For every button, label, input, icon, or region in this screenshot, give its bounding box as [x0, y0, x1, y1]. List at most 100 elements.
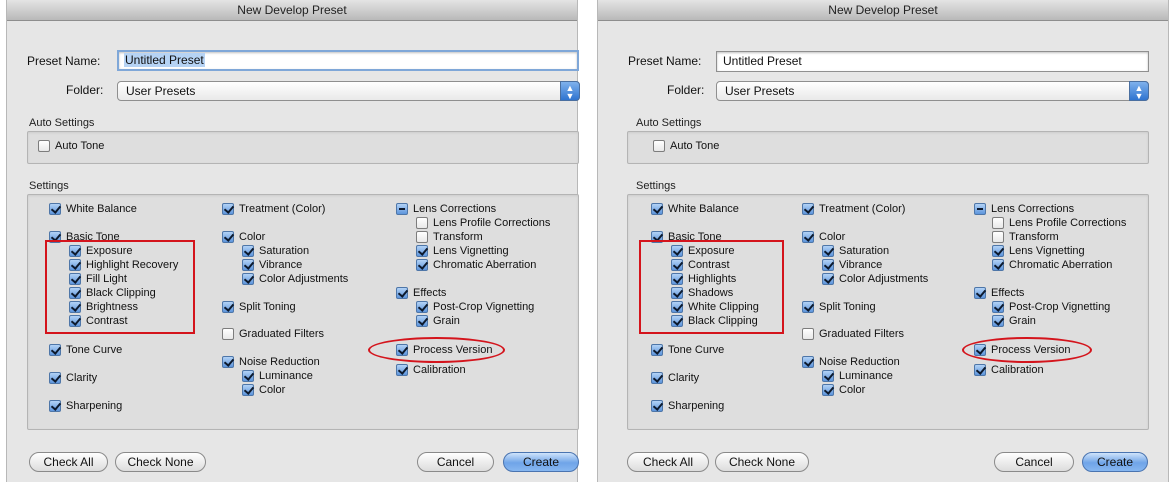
noise-reduction-checkbox[interactable]: Noise Reduction — [802, 356, 900, 369]
color-item-checkbox[interactable]: Saturation — [822, 245, 889, 258]
dialog-title: New Develop Preset — [7, 0, 577, 21]
checkbox-icon — [38, 140, 50, 152]
folder-label: Folder: — [66, 83, 104, 97]
checkmark-icon — [992, 245, 1004, 257]
effects-item-checkbox[interactable]: Post-Crop Vignetting — [992, 301, 1110, 314]
check-all-button[interactable]: Check All — [627, 452, 709, 472]
color-item-checkbox[interactable]: Vibrance — [242, 259, 302, 272]
checkmark-icon — [802, 301, 814, 313]
checkmark-icon — [416, 245, 428, 257]
graduated-filters-checkbox[interactable]: Graduated Filters — [222, 328, 324, 341]
effects-checkbox[interactable]: Effects — [396, 287, 446, 300]
white-balance-checkbox[interactable]: White Balance — [651, 203, 739, 216]
effects-item-checkbox[interactable]: Grain — [416, 315, 460, 328]
lens-corrections-checkbox[interactable]: Lens Corrections — [974, 203, 1074, 216]
lens-item-checkbox[interactable]: Lens Profile Corrections — [416, 217, 550, 230]
minus-icon — [396, 203, 408, 215]
tone-curve-checkbox[interactable]: Tone Curve — [651, 344, 724, 357]
preset-name-input[interactable]: Untitled Preset — [117, 50, 579, 71]
checkmark-icon — [49, 344, 61, 356]
color-item-checkbox[interactable]: Color Adjustments — [242, 273, 348, 286]
color-checkbox[interactable]: Color — [222, 231, 265, 244]
calibration-checkbox[interactable]: Calibration — [974, 364, 1044, 377]
create-button[interactable]: Create — [503, 452, 579, 472]
preset-name-input[interactable]: Untitled Preset — [716, 51, 1149, 72]
color-item-checkbox[interactable]: Saturation — [242, 245, 309, 258]
folder-select[interactable]: User Presets ▲ ▼ — [716, 81, 1149, 101]
create-button[interactable]: Create — [1082, 452, 1148, 472]
lens-item-checkbox[interactable]: Chromatic Aberration — [416, 259, 536, 272]
split-toning-checkbox[interactable]: Split Toning — [222, 301, 296, 314]
lens-item-checkbox[interactable]: Lens Vignetting — [992, 245, 1085, 258]
preset-name-label: Preset Name: — [628, 54, 702, 68]
checkmark-icon — [651, 344, 663, 356]
new-develop-preset-dialog: New Develop Preset Preset Name: Untitled… — [597, 0, 1169, 482]
checkmark-icon — [822, 384, 834, 396]
checkmark-icon — [242, 259, 254, 271]
checkmark-icon — [222, 203, 234, 215]
lens-item-checkbox[interactable]: Chromatic Aberration — [992, 259, 1112, 272]
cancel-button[interactable]: Cancel — [417, 452, 494, 472]
noise-item-checkbox[interactable]: Luminance — [822, 370, 893, 383]
effects-item-checkbox[interactable]: Grain — [992, 315, 1036, 328]
checkmark-icon — [802, 231, 814, 243]
treatment-checkbox[interactable]: Treatment (Color) — [222, 203, 325, 216]
graduated-filters-checkbox[interactable]: Graduated Filters — [802, 328, 904, 341]
effects-item-checkbox[interactable]: Post-Crop Vignetting — [416, 301, 534, 314]
highlight-annotation-ellipse — [962, 337, 1092, 363]
checkmark-icon — [822, 273, 834, 285]
checkmark-icon — [396, 364, 408, 376]
checkmark-icon — [974, 287, 986, 299]
check-all-button[interactable]: Check All — [29, 452, 108, 472]
checkbox-icon — [222, 328, 234, 340]
calibration-checkbox[interactable]: Calibration — [396, 364, 466, 377]
cancel-button[interactable]: Cancel — [994, 452, 1074, 472]
checkmark-icon — [992, 301, 1004, 313]
checkmark-icon — [416, 315, 428, 327]
checkmark-icon — [242, 370, 254, 382]
check-none-button[interactable]: Check None — [715, 452, 809, 472]
split-toning-checkbox[interactable]: Split Toning — [802, 301, 876, 314]
auto-settings-label: Auto Settings — [636, 117, 702, 129]
white-balance-checkbox[interactable]: White Balance — [49, 203, 137, 216]
auto-tone-checkbox[interactable]: Auto Tone — [653, 140, 719, 153]
sharpening-checkbox[interactable]: Sharpening — [49, 400, 122, 413]
folder-select-value: User Presets — [725, 84, 795, 98]
clarity-checkbox[interactable]: Clarity — [651, 372, 699, 385]
effects-checkbox[interactable]: Effects — [974, 287, 1024, 300]
minus-icon — [974, 203, 986, 215]
checkmark-icon — [222, 231, 234, 243]
checkmark-icon — [822, 370, 834, 382]
noise-item-checkbox[interactable]: Color — [822, 384, 865, 397]
checkmark-icon — [242, 245, 254, 257]
tone-curve-checkbox[interactable]: Tone Curve — [49, 344, 122, 357]
color-checkbox[interactable]: Color — [802, 231, 845, 244]
auto-tone-checkbox[interactable]: Auto Tone — [38, 140, 104, 153]
lens-item-checkbox[interactable]: Lens Vignetting — [416, 245, 509, 258]
dialog-title: New Develop Preset — [598, 0, 1168, 21]
treatment-checkbox[interactable]: Treatment (Color) — [802, 203, 905, 216]
checkmark-icon — [242, 273, 254, 285]
color-item-checkbox[interactable]: Color Adjustments — [822, 273, 928, 286]
highlight-annotation-box — [639, 240, 784, 334]
checkmark-icon — [802, 356, 814, 368]
noise-item-checkbox[interactable]: Color — [242, 384, 285, 397]
checkmark-icon — [992, 259, 1004, 271]
lens-item-checkbox[interactable]: Transform — [416, 231, 483, 244]
checkbox-icon — [992, 231, 1004, 243]
noise-item-checkbox[interactable]: Luminance — [242, 370, 313, 383]
check-none-button[interactable]: Check None — [115, 452, 206, 472]
lens-item-checkbox[interactable]: Transform — [992, 231, 1059, 244]
checkmark-icon — [49, 400, 61, 412]
color-item-checkbox[interactable]: Vibrance — [822, 259, 882, 272]
folder-select[interactable]: User Presets ▲ ▼ — [117, 81, 580, 101]
lens-corrections-checkbox[interactable]: Lens Corrections — [396, 203, 496, 216]
lens-item-checkbox[interactable]: Lens Profile Corrections — [992, 217, 1126, 230]
sharpening-checkbox[interactable]: Sharpening — [651, 400, 724, 413]
noise-reduction-checkbox[interactable]: Noise Reduction — [222, 356, 320, 369]
new-develop-preset-dialog: New Develop Preset Preset Name: Untitled… — [6, 0, 580, 482]
clarity-checkbox[interactable]: Clarity — [49, 372, 97, 385]
preset-name-value: Untitled Preset — [723, 54, 802, 68]
checkmark-icon — [822, 245, 834, 257]
checkbox-icon — [653, 140, 665, 152]
